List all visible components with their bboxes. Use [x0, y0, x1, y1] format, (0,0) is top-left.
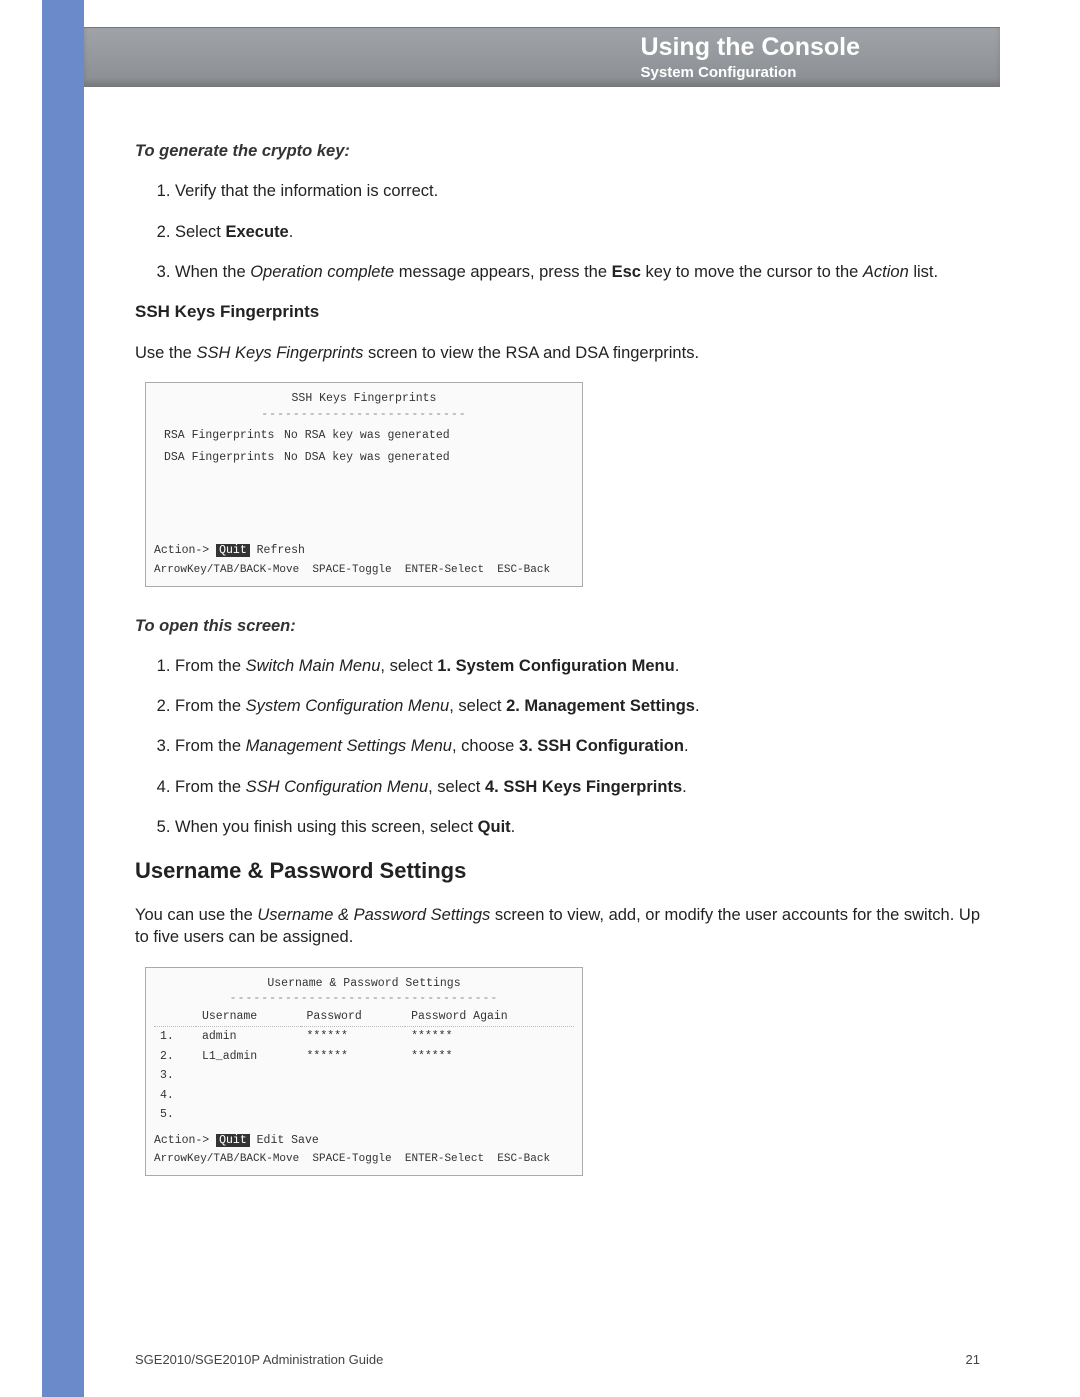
shot1-title-underline: -------------------------- — [154, 407, 574, 423]
section-generate-key-heading: To generate the crypto key: — [135, 140, 980, 162]
shot2-col-password-again: Password Again — [405, 1007, 574, 1027]
open-step-3: From the Management Settings Menu, choos… — [175, 735, 980, 757]
table-row: 4. — [154, 1086, 574, 1106]
username-password-screenshot: Username & Password Settings -----------… — [145, 967, 583, 1176]
open-step-1: From the Switch Main Menu, select 1. Sys… — [175, 655, 980, 677]
page-footer: SGE2010/SGE2010P Administration Guide 21 — [135, 1352, 980, 1367]
shot2-statusbar: ArrowKey/TAB/BACK-Move SPACE-Toggle ENTE… — [154, 1152, 574, 1167]
page-left-stripe — [42, 0, 84, 1397]
header-band: Using the Console System Configuration — [84, 27, 1000, 87]
footer-page-number: 21 — [966, 1352, 980, 1367]
table-row: 5. — [154, 1105, 574, 1125]
shot2-col-username: Username — [196, 1007, 301, 1027]
table-row: 2.L1_admin************ — [154, 1047, 574, 1067]
shot2-title-underline: ---------------------------------- — [154, 991, 574, 1007]
ssh-fingerprints-desc: Use the SSH Keys Fingerprints screen to … — [135, 342, 980, 364]
username-password-heading: Username & Password Settings — [135, 856, 980, 886]
page-subtitle: System Configuration — [641, 64, 860, 81]
shot2-action-row: Action-> Quit Edit Save — [154, 1133, 574, 1149]
open-step-2: From the System Configuration Menu, sele… — [175, 695, 980, 717]
shot1-dsa-value: No DSA key was generated — [284, 450, 450, 466]
content-area: To generate the crypto key: Verify that … — [135, 140, 980, 1204]
footer-guide-name: SGE2010/SGE2010P Administration Guide — [135, 1352, 383, 1367]
ssh-fingerprints-screenshot: SSH Keys Fingerprints ------------------… — [145, 382, 583, 586]
table-row: 1.admin************ — [154, 1027, 574, 1047]
step-2: Select Execute. — [175, 221, 980, 243]
shot2-action-quit: Quit — [216, 1134, 250, 1147]
shot2-table: Username Password Password Again 1.admin… — [154, 1007, 574, 1125]
shot1-action-quit: Quit — [216, 544, 250, 557]
step-3: When the Operation complete message appe… — [175, 261, 980, 283]
table-row: 3. — [154, 1066, 574, 1086]
open-step-4: From the SSH Configuration Menu, select … — [175, 776, 980, 798]
shot1-action-row: Action-> Quit Refresh — [154, 543, 574, 559]
shot1-statusbar: ArrowKey/TAB/BACK-Move SPACE-Toggle ENTE… — [154, 563, 574, 578]
page-title: Using the Console — [641, 33, 860, 62]
ssh-fingerprints-heading: SSH Keys Fingerprints — [135, 301, 980, 324]
username-password-desc: You can use the Username & Password Sett… — [135, 904, 980, 949]
open-screen-steps: From the Switch Main Menu, select 1. Sys… — [135, 655, 980, 838]
shot2-title: Username & Password Settings — [154, 976, 574, 992]
open-screen-heading: To open this screen: — [135, 615, 980, 637]
shot1-dsa-label: DSA Fingerprints — [154, 450, 284, 466]
shot2-col-password: Password — [301, 1007, 406, 1027]
shot1-rsa-label: RSA Fingerprints — [154, 428, 284, 444]
shot1-title: SSH Keys Fingerprints — [154, 391, 574, 407]
open-step-5: When you finish using this screen, selec… — [175, 816, 980, 838]
step-1: Verify that the information is correct. — [175, 180, 980, 202]
shot1-rsa-value: No RSA key was generated — [284, 428, 450, 444]
generate-key-steps: Verify that the information is correct. … — [135, 180, 980, 283]
